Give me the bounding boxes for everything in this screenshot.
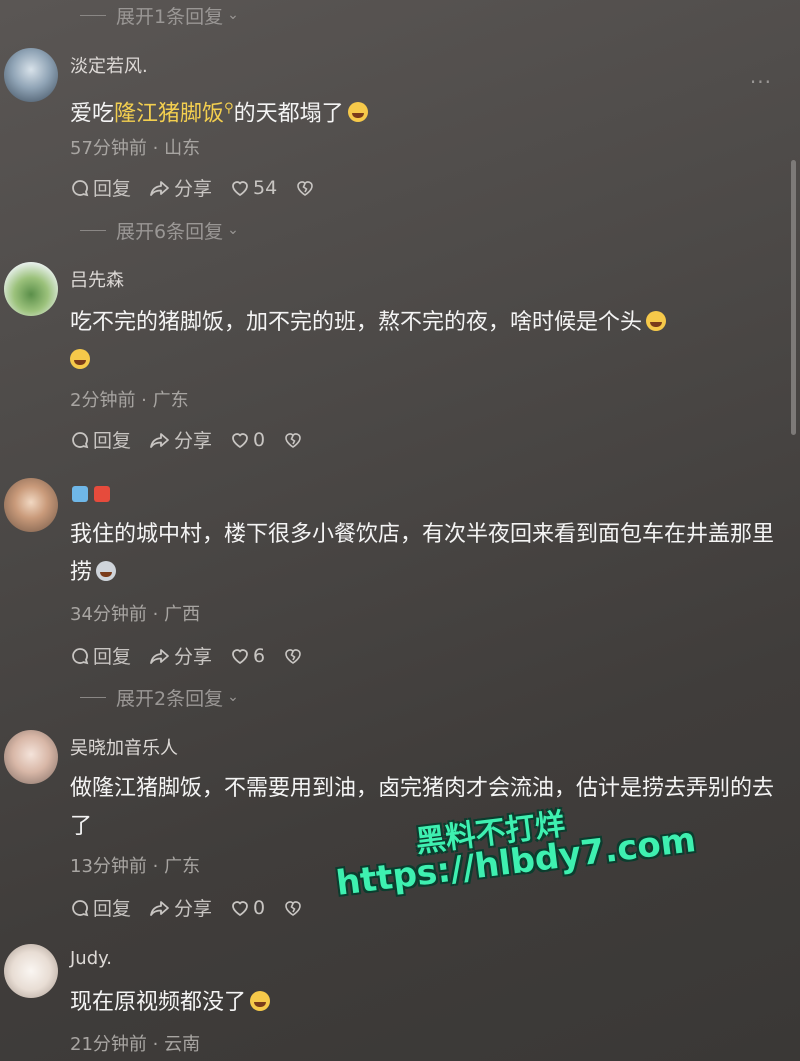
scrollbar[interactable]	[791, 160, 796, 435]
divider	[80, 229, 106, 231]
share-icon	[150, 180, 169, 196]
heart-icon	[232, 432, 248, 448]
fries-badge-icon	[94, 486, 110, 502]
username[interactable]: Judy.	[70, 948, 112, 969]
heart-icon	[232, 648, 248, 664]
avatar[interactable]	[4, 478, 58, 532]
like-button[interactable]: 6	[230, 645, 265, 667]
heart-icon	[232, 180, 248, 196]
comment-actions: 回复 分享 0	[70, 894, 324, 921]
comment-actions: 回复 分享 0	[70, 426, 324, 453]
reply-icon	[72, 431, 89, 448]
reply-icon	[72, 179, 89, 196]
search-link[interactable]: 隆江猪脚饭	[114, 101, 224, 126]
like-button[interactable]: 54	[230, 177, 277, 199]
share-icon	[150, 432, 169, 448]
reply-button[interactable]: 回复	[70, 894, 131, 921]
dislike-button[interactable]	[283, 646, 306, 666]
user-badges	[72, 486, 110, 502]
broken-heart-icon	[285, 900, 301, 916]
cup-badge-icon	[72, 486, 88, 502]
avatar[interactable]	[4, 48, 58, 102]
share-button[interactable]: 分享	[149, 894, 212, 921]
reply-icon	[72, 647, 89, 664]
laughing-emoji-icon	[646, 311, 667, 331]
username[interactable]: 淡定若风.	[70, 52, 148, 78]
avatar[interactable]	[4, 262, 58, 316]
crying-emoji-icon	[250, 991, 271, 1011]
chevron-down-icon: ⌄	[227, 689, 239, 705]
username[interactable]: 吕先森	[70, 266, 124, 292]
share-button[interactable]: 分享	[149, 642, 212, 669]
expand-replies-2[interactable]: 展开2条回复 ⌄	[80, 682, 239, 712]
comment-actions: 回复 分享 6	[70, 642, 324, 669]
share-icon	[150, 900, 169, 916]
avatar[interactable]	[4, 944, 58, 998]
like-button[interactable]: 0	[230, 897, 265, 919]
comment-text: 我住的城中村，楼下很多小餐饮店，有次半夜回来看到面包车在井盖那里捞	[70, 522, 775, 585]
share-button[interactable]: 分享	[149, 174, 212, 201]
comment-actions: 回复 分享 54	[70, 174, 336, 201]
expand-replies-1[interactable]: 展开1条回复 ⌄	[80, 0, 239, 30]
comment-text: 现在原视频都没了	[70, 984, 780, 1022]
dislike-button[interactable]	[283, 898, 306, 918]
reply-button[interactable]: 回复	[70, 426, 131, 453]
avatar[interactable]	[4, 730, 58, 784]
comment-meta: 13分钟前 · 广东	[70, 856, 201, 877]
expand-label: 展开2条回复	[116, 687, 224, 710]
comment-meta: 34分钟前 · 广西	[70, 604, 201, 625]
reply-button[interactable]: 回复	[70, 642, 131, 669]
expand-replies-6[interactable]: 展开6条回复 ⌄	[80, 215, 239, 245]
dislike-button[interactable]	[283, 430, 306, 450]
search-icon[interactable]: ⚲	[224, 101, 234, 116]
chevron-down-icon: ⌄	[227, 7, 239, 23]
heart-icon	[232, 900, 248, 916]
broken-heart-icon	[297, 180, 314, 196]
broken-heart-icon	[285, 432, 301, 448]
share-icon	[150, 648, 169, 664]
comment-meta: 57分钟前 · 山东	[70, 138, 201, 159]
like-button[interactable]: 0	[230, 429, 265, 451]
comment-text: 爱吃隆江猪脚饭⚲的天都塌了	[70, 90, 780, 133]
crying-emoji-icon	[347, 102, 368, 123]
reply-icon	[72, 899, 89, 916]
expand-label: 展开6条回复	[116, 220, 224, 243]
comment-meta: 2分钟前 · 广东	[70, 390, 189, 411]
expand-label: 展开1条回复	[116, 5, 224, 28]
comment-text: 吃不完的猪脚饭，加不完的班，熬不完的夜，啥时候是个头	[70, 304, 780, 380]
comment-meta: 21分钟前 · 云南	[70, 1034, 201, 1055]
username[interactable]: 吴晓加音乐人	[70, 734, 178, 760]
chevron-down-icon: ⌄	[227, 222, 239, 238]
reply-button[interactable]: 回复	[70, 174, 131, 201]
dislike-button[interactable]	[295, 178, 318, 198]
laughing-emoji-icon	[70, 349, 90, 369]
broken-heart-icon	[285, 648, 301, 664]
dog-emoji-icon	[96, 561, 117, 581]
divider	[80, 696, 106, 698]
share-button[interactable]: 分享	[149, 426, 212, 453]
divider	[80, 14, 106, 16]
